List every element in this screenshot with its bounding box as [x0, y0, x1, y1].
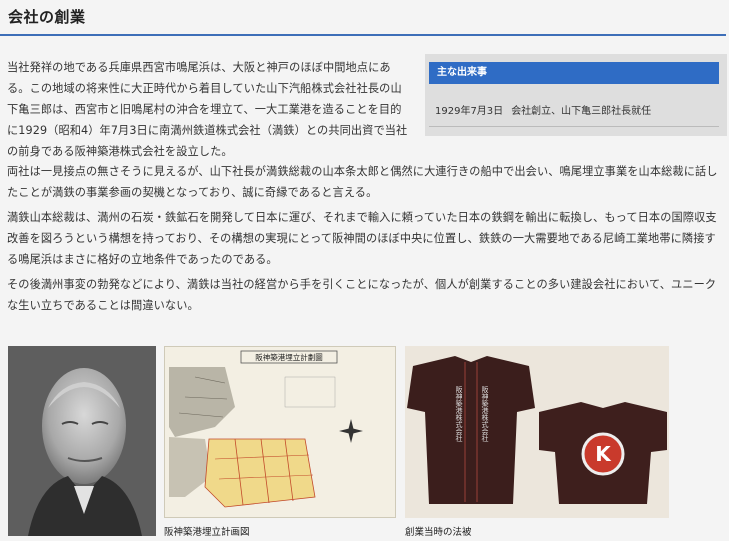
founder-portrait	[8, 346, 156, 536]
events-box: 主な出来事 1929年7月3日 会社創立、山下亀三郎社長就任	[425, 54, 727, 136]
event-item: 1929年7月3日 会社創立、山下亀三郎社長就任	[435, 102, 659, 117]
events-heading: 主な出来事	[429, 62, 719, 84]
coat-text-left: 阪神築港株式会社	[455, 385, 463, 443]
page-title: 会社の創業	[8, 8, 86, 26]
paragraph-vision: 満鉄山本総裁は、満州の石炭・鉄鉱石を開発して日本に運び、それまで輸入に頼っていた…	[7, 211, 717, 266]
paragraph-aftermath: その後満州事変の勃発などにより、満鉄は当社の経営から手を引くことになったが、個人…	[7, 278, 717, 312]
map-title: 阪神築港埋立計劃圖	[255, 352, 323, 362]
coat-text-right: 阪神築港株式会社	[481, 385, 489, 443]
intro-paragraph: 当社発祥の地である兵庫県西宮市鳴尾浜は、大阪と神戸のほぼ中間地点にある。この地域…	[7, 61, 408, 158]
coat-caption: 創業当時の法被	[405, 527, 472, 538]
event-text: 会社創立、山下亀三郎社長就任	[511, 106, 652, 117]
coats-drawing: 阪神築港株式会社 阪神築港株式会社 K	[405, 346, 669, 518]
paragraph-meeting: 両社は一見接点の無さそうに見えるが、山下社長が満鉄総裁の山本条太郎と偶然に大連行…	[7, 165, 718, 199]
events-divider	[429, 126, 719, 127]
event-date: 1929年7月3日	[435, 106, 504, 117]
map-drawing: 阪神築港埋立計劃圖	[165, 347, 395, 517]
title-divider	[0, 34, 726, 36]
portrait-drawing	[8, 346, 156, 536]
map-caption: 阪神築港埋立計画図	[164, 527, 250, 538]
reclamation-plan-map: 阪神築港埋立計劃圖	[164, 346, 396, 518]
coat-emblem: K	[595, 442, 612, 466]
happi-coat-photo: 阪神築港株式会社 阪神築港株式会社 K	[405, 346, 669, 518]
